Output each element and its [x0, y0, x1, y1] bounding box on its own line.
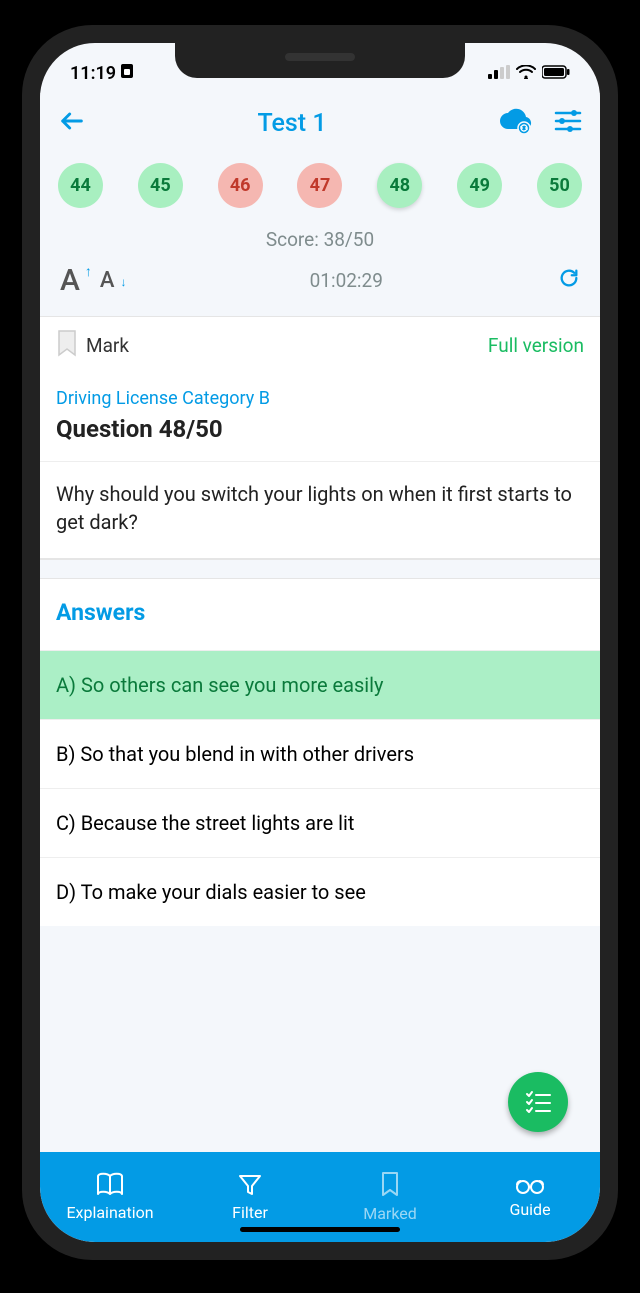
question-bubble[interactable]: 48	[377, 163, 422, 208]
score-label: Score: 38/50	[40, 228, 600, 251]
nav-explanation[interactable]: Explaination	[40, 1152, 180, 1242]
question-nav-row: 44 45 46 47 48 49 50	[40, 153, 600, 213]
question-bubble[interactable]: 45	[138, 163, 183, 208]
question-number-title: Question 48/50	[40, 411, 600, 461]
question-card: Mark Full version Driving License Catego…	[40, 316, 600, 559]
checklist-fab[interactable]	[508, 1072, 568, 1132]
font-decrease-button[interactable]: A↓	[100, 268, 115, 293]
full-version-link[interactable]: Full version	[488, 334, 584, 357]
status-time: 11:19	[70, 63, 116, 84]
notch	[175, 43, 465, 78]
timer-text: 01:02:29	[135, 269, 559, 292]
nav-marked-label: Marked	[363, 1204, 417, 1223]
font-increase-button[interactable]: A↑	[60, 263, 80, 298]
bookmark-icon[interactable]	[56, 329, 78, 362]
question-bubble[interactable]: 44	[58, 163, 103, 208]
answer-option[interactable]: B) So that you blend in with other drive…	[40, 719, 600, 788]
home-indicator[interactable]	[240, 1227, 400, 1232]
refresh-button[interactable]	[558, 267, 580, 295]
spacer	[40, 559, 600, 579]
screen: 11:19 Test 1	[40, 43, 600, 1242]
nav-filter-label: Filter	[232, 1203, 268, 1222]
question-bubble[interactable]: 47	[297, 163, 342, 208]
cloud-sync-icon[interactable]	[498, 107, 532, 139]
nav-guide[interactable]: Guide	[460, 1152, 600, 1242]
mark-label: Mark	[86, 334, 129, 357]
answer-option[interactable]: D) To make your dials easier to see	[40, 857, 600, 926]
page-title: Test 1	[86, 109, 498, 138]
answers-list: A) So others can see you more easilyB) S…	[40, 650, 600, 926]
nav-explanation-label: Explaination	[66, 1203, 153, 1222]
question-bubble[interactable]: 50	[537, 163, 582, 208]
sim-icon	[120, 63, 134, 84]
phone-frame: 11:19 Test 1	[22, 25, 618, 1260]
battery-icon	[542, 63, 570, 84]
answer-option[interactable]: C) Because the street lights are lit	[40, 788, 600, 857]
question-bubble[interactable]: 46	[218, 163, 263, 208]
question-bubble[interactable]: 49	[457, 163, 502, 208]
question-text: Why should you switch your lights on whe…	[40, 461, 600, 558]
app-header: Test 1	[40, 93, 600, 153]
category-label: Driving License Category B	[40, 374, 600, 411]
wifi-icon	[516, 63, 536, 84]
back-button[interactable]	[58, 107, 86, 139]
timer-row: A↑ A↓ 01:02:29	[40, 251, 600, 316]
nav-guide-label: Guide	[509, 1200, 550, 1219]
signal-icon	[488, 63, 510, 84]
answers-heading: Answers	[40, 579, 600, 650]
settings-icon[interactable]	[554, 109, 582, 137]
answer-option[interactable]: A) So others can see you more easily	[40, 650, 600, 719]
